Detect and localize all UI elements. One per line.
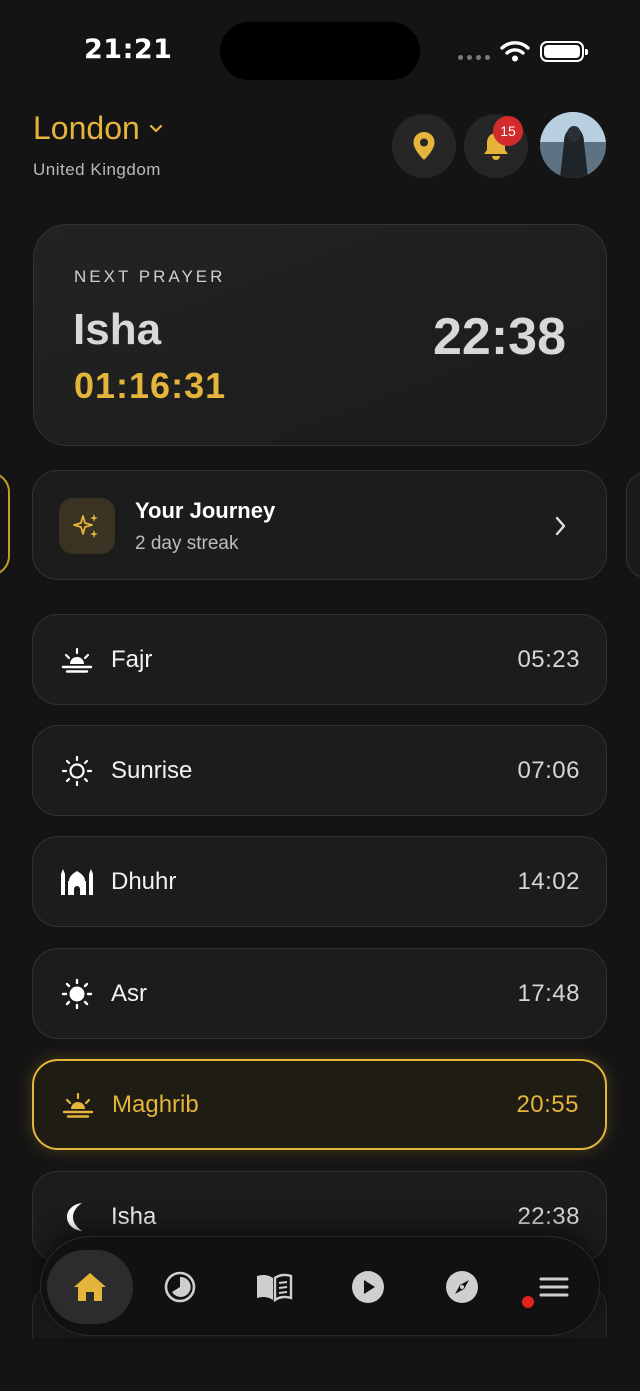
next-prayer-time: 22:38 xyxy=(433,308,566,366)
clock-icon xyxy=(164,1271,196,1303)
compass-icon xyxy=(446,1271,478,1303)
prayer-name: Fajr xyxy=(111,645,153,673)
cellular-signal-icon xyxy=(458,55,490,60)
sunset-icon xyxy=(60,1087,96,1123)
wifi-icon xyxy=(500,41,530,62)
tab-history[interactable] xyxy=(143,1251,217,1323)
prayer-time: 17:48 xyxy=(517,979,580,1007)
city-name: London xyxy=(33,110,140,146)
menu-icon xyxy=(539,1277,569,1297)
prayer-time: 14:02 xyxy=(517,867,580,895)
prayer-time: 22:38 xyxy=(517,1202,580,1230)
carousel-prev-card[interactable] xyxy=(0,472,10,576)
prayer-row-maghrib[interactable]: Maghrib 20:55 xyxy=(32,1059,607,1150)
status-time: 21:21 xyxy=(84,34,173,65)
prayer-name: Isha xyxy=(111,1202,157,1230)
play-icon xyxy=(352,1271,384,1303)
next-prayer-name: Isha xyxy=(73,305,162,354)
home-icon xyxy=(74,1273,106,1301)
moon-icon xyxy=(59,1199,95,1235)
bottom-tab-bar xyxy=(40,1236,600,1336)
journey-card[interactable]: Your Journey 2 day streak xyxy=(32,470,607,580)
chevron-down-icon xyxy=(149,124,162,132)
country-name: United Kingdom xyxy=(33,160,161,179)
sun-outline-icon xyxy=(59,753,95,789)
tab-media[interactable] xyxy=(331,1251,405,1323)
location-button[interactable] xyxy=(392,114,456,178)
tab-home[interactable] xyxy=(47,1250,133,1324)
prayer-name: Sunrise xyxy=(111,756,193,784)
sparkles-icon xyxy=(59,498,115,554)
prayer-name: Maghrib xyxy=(112,1090,199,1118)
prayer-row-dhuhr[interactable]: Dhuhr 14:02 xyxy=(32,836,607,927)
prayer-name: Dhuhr xyxy=(111,867,177,895)
journey-streak: 2 day streak xyxy=(135,533,239,554)
journey-title: Your Journey xyxy=(135,498,276,523)
sunrise-icon xyxy=(59,642,95,678)
next-prayer-countdown: 01:16:31 xyxy=(74,365,227,406)
dynamic-island xyxy=(220,22,420,80)
prayer-row-fajr[interactable]: Fajr 05:23 xyxy=(32,614,607,705)
battery-icon xyxy=(540,41,588,62)
avatar[interactable] xyxy=(540,112,606,178)
prayer-time: 07:06 xyxy=(517,756,580,784)
chevron-right-icon xyxy=(555,516,566,536)
prayer-row-sunrise[interactable]: Sunrise 07:06 xyxy=(32,725,607,816)
mosque-icon xyxy=(59,864,95,900)
location-selector[interactable]: London xyxy=(33,110,164,147)
sun-icon xyxy=(59,976,95,1012)
menu-notification-dot xyxy=(522,1296,534,1308)
tab-quran[interactable] xyxy=(237,1251,311,1323)
next-prayer-label: NEXT PRAYER xyxy=(74,267,226,286)
tab-qibla[interactable] xyxy=(425,1251,499,1323)
prayer-name: Asr xyxy=(111,979,147,1007)
carousel-next-card[interactable] xyxy=(626,472,640,578)
location-pin-icon xyxy=(413,132,435,160)
tab-menu[interactable] xyxy=(517,1251,591,1323)
prayer-row-asr[interactable]: Asr 17:48 xyxy=(32,948,607,1039)
prayer-time: 20:55 xyxy=(516,1090,579,1118)
status-bar: 21:21 xyxy=(0,0,640,100)
notification-badge: 15 xyxy=(493,116,523,146)
profile-photo xyxy=(540,112,606,178)
prayer-time: 05:23 xyxy=(517,645,580,673)
next-prayer-card[interactable]: NEXT PRAYER Isha 01:16:31 22:38 xyxy=(33,224,607,446)
book-icon xyxy=(257,1273,293,1302)
